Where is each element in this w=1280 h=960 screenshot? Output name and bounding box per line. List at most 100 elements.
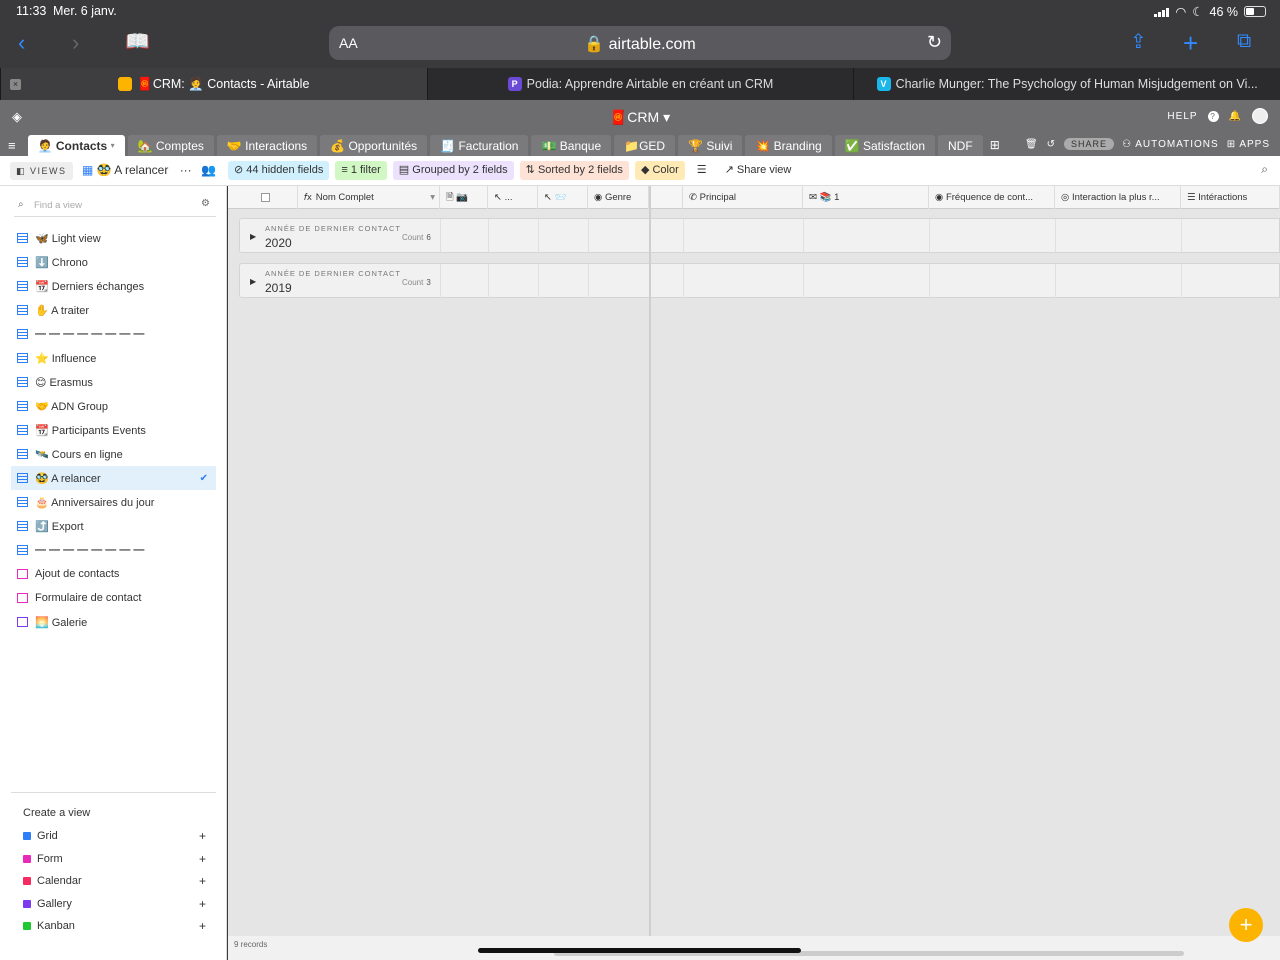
tab-ndf[interactable]: NDF <box>938 135 983 156</box>
tab-banque[interactable]: 💵 Banque <box>531 135 612 156</box>
trash-icon[interactable]: 🗑 <box>1025 139 1039 150</box>
checkmark-icon: ✔ <box>199 472 208 484</box>
hidden-fields-button[interactable]: ⊘ 44 hidden fields <box>228 161 330 180</box>
search-icon[interactable]: ⌕ <box>1261 162 1268 177</box>
column-nom-complet[interactable]: 𝑓x Nom Complet ▾ <box>298 186 440 209</box>
view-item[interactable]: 🛰️ Cours en ligne <box>11 442 216 466</box>
group-row[interactable]: ▶ ANNÉE DE DERNIER CONTACT 2019 Count 3 <box>239 263 1280 299</box>
browser-tab-vimeo[interactable]: V Charlie Munger: The Psychology of Huma… <box>853 68 1280 100</box>
column-principal[interactable]: ✆ Principal <box>683 186 803 209</box>
add-table-icon[interactable]: ⊞ <box>990 138 1000 152</box>
current-view-name[interactable]: ▦ 🥸 A relancer ··· 👥 <box>82 163 216 177</box>
group-button[interactable]: ▤ Grouped by 2 fields <box>392 161 514 180</box>
view-item[interactable]: — — — — — — — — <box>11 322 216 346</box>
expand-triangle-icon[interactable]: ▶ <box>250 232 256 241</box>
view-item[interactable]: ⭐ Influence <box>11 346 216 370</box>
address-bar[interactable]: AA 🔒 airtable.com ↻ <box>329 26 951 60</box>
apps-icon: ⊞ <box>1226 138 1237 150</box>
color-button[interactable]: ◆ Color <box>634 161 685 180</box>
help-icon[interactable]: ? <box>1207 110 1219 122</box>
create-form-button[interactable]: Form + <box>11 848 216 871</box>
view-item[interactable]: Ajout de contacts <box>11 562 216 586</box>
column-genre[interactable]: ◉ Genre <box>588 186 649 209</box>
views-toggle-button[interactable]: ◧ VIEWS <box>10 162 73 180</box>
view-item[interactable]: ⤴️ Export <box>11 514 216 538</box>
view-item[interactable]: 📆 Derniers échanges <box>11 274 216 298</box>
column-books[interactable]: ✉ 📚 1 <box>803 186 929 209</box>
tab-ged[interactable]: 📁GED <box>614 135 676 156</box>
help-button[interactable]: HELP <box>1167 111 1197 122</box>
tab-satisfaction[interactable]: ✅ Satisfaction <box>834 135 936 156</box>
find-view-input[interactable]: ⌕ Find a view ⚙ <box>14 194 216 217</box>
view-item[interactable]: 🦋 Light view <box>11 226 216 250</box>
view-item[interactable]: ✋ A traiter <box>11 298 216 322</box>
tab-contacts[interactable]: 🧑‍💼 Contacts ▾ <box>27 135 125 156</box>
battery-fill <box>1246 8 1255 15</box>
view-item[interactable]: 😊 Erasmus <box>11 370 216 394</box>
column-interactions[interactable]: ☰ Intéractions <box>1181 186 1280 209</box>
view-item[interactable]: — — — — — — — — <box>11 538 216 562</box>
create-grid-button[interactable]: Grid + <box>11 825 216 848</box>
apps-button[interactable]: ⊞ APPS <box>1227 139 1270 150</box>
single-select-icon: ◉ <box>594 192 603 203</box>
tab-opportunites[interactable]: 💰 Opportunités <box>320 135 428 156</box>
notifications-bell-icon[interactable]: 🔔 <box>1229 111 1242 122</box>
column-interaction-recente[interactable]: ◎ Interaction la plus r... <box>1055 186 1181 209</box>
group-field-label: ANNÉE DE DERNIER CONTACT <box>265 224 401 233</box>
form-view-icon <box>17 593 28 603</box>
close-tab-icon[interactable]: × <box>10 79 21 90</box>
column-photo[interactable]: 🗎 📷 <box>440 186 488 209</box>
reload-icon[interactable]: ↻ <box>927 32 942 53</box>
view-item[interactable]: 🤝 ADN Group <box>11 394 216 418</box>
tabs-overview-icon[interactable]: ⧉ <box>1237 31 1251 51</box>
filter-button[interactable]: ≡ 1 filter <box>335 161 387 180</box>
column-email[interactable]: ↖ 📨 <box>538 186 588 209</box>
group-row[interactable]: ▶ ANNÉE DE DERNIER CONTACT 2020 Count 6 <box>239 218 1280 254</box>
tab-branding[interactable]: 💥 Branding <box>745 135 832 156</box>
select-all-checkbox[interactable] <box>228 186 298 209</box>
browser-tab-podia[interactable]: P Podia: Apprendre Airtable en créant un… <box>426 68 854 100</box>
browser-tab-airtable[interactable]: × 🧧CRM: 🧑‍💼 Contacts - Airtable <box>0 68 427 100</box>
view-item[interactable]: Formulaire de contact <box>11 586 216 610</box>
collaborators-icon[interactable]: 👥 <box>201 163 216 177</box>
column-link[interactable]: ↖ ... <box>488 186 538 209</box>
create-gallery-button[interactable]: Gallery + <box>11 893 216 916</box>
column-frequence[interactable]: ◉ Fréquence de cont... <box>929 186 1055 209</box>
share-view-button[interactable]: ↗ Share view <box>719 161 798 180</box>
filter-icon: ≡ <box>341 164 348 176</box>
frozen-column-divider[interactable] <box>649 186 651 960</box>
expand-triangle-icon[interactable]: ▶ <box>250 277 256 286</box>
view-item[interactable]: 🌅 Galerie <box>11 610 216 634</box>
grid-view-icon <box>17 281 28 291</box>
automations-button[interactable]: ⚇ AUTOMATIONS <box>1122 139 1219 150</box>
view-item[interactable]: 🎂 Anniversaires du jour <box>11 490 216 514</box>
create-calendar-button[interactable]: Calendar + <box>11 870 216 893</box>
avatar[interactable] <box>1252 108 1268 124</box>
more-options-icon[interactable]: ··· <box>180 163 192 177</box>
group-icon: ▤ <box>398 164 410 176</box>
back-icon[interactable]: ‹ <box>18 32 25 54</box>
share-icon[interactable]: ⇪ <box>1130 32 1147 52</box>
menu-icon[interactable]: ≡ <box>8 138 16 153</box>
tab-facturation[interactable]: 🧾 Facturation <box>430 135 529 156</box>
tab-interactions[interactable]: 🤝 Interactions <box>216 135 318 156</box>
view-item-selected[interactable]: 🥸 A relancer ✔ <box>11 466 216 490</box>
tab-comptes[interactable]: 🏡 Comptes <box>127 135 214 156</box>
gear-icon[interactable]: ⚙ <box>201 198 210 209</box>
forward-icon[interactable]: › <box>72 32 79 54</box>
view-item[interactable]: 📆 Participants Events <box>11 418 216 442</box>
create-kanban-button[interactable]: Kanban + <box>11 915 216 938</box>
history-icon[interactable]: ↺ <box>1047 139 1056 150</box>
share-button[interactable]: SHARE <box>1064 138 1115 150</box>
tab-suivi[interactable]: 🏆 Suivi <box>678 135 743 156</box>
grid-view-icon <box>17 521 28 531</box>
base-title[interactable]: 🧧CRM ▾ <box>0 109 1280 126</box>
view-item[interactable]: ⬇️ Chrono <box>11 250 216 274</box>
new-tab-icon[interactable]: + <box>1183 30 1198 56</box>
sort-button[interactable]: ⇅ Sorted by 2 fields <box>519 161 629 180</box>
row-height-icon[interactable]: ☰ <box>691 161 713 180</box>
podia-favicon-icon: P <box>507 77 522 91</box>
add-record-button[interactable]: + <box>1229 908 1263 942</box>
plus-icon: + <box>198 919 206 934</box>
bookmarks-icon[interactable]: 📖 <box>125 32 150 52</box>
